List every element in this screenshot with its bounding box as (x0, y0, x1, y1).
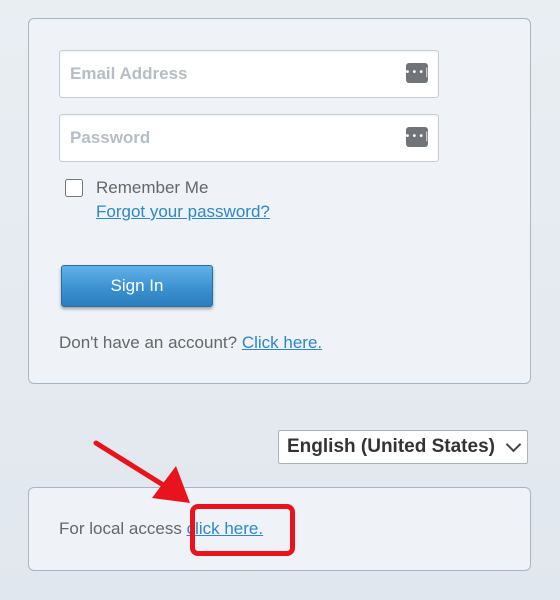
chevron-down-icon (505, 436, 522, 452)
login-panel: •••| •••| Remember Me Forgot your passwo… (28, 18, 531, 384)
remember-me-label: Remember Me (96, 178, 209, 197)
local-access-text: For local access (59, 519, 182, 538)
sign-in-button[interactable]: Sign In (61, 265, 213, 307)
password-field[interactable] (60, 115, 438, 161)
forgot-password-link[interactable]: Forgot your password? (96, 202, 270, 222)
remember-me-checkbox[interactable] (65, 179, 83, 197)
no-account-line: Don't have an account? Click here. (59, 333, 322, 353)
language-select[interactable]: English (United States) (278, 430, 528, 464)
signup-link[interactable]: Click here. (242, 333, 322, 352)
password-manager-key-icon[interactable]: •••| (404, 127, 429, 147)
password-field-wrapper: •••| (59, 114, 439, 162)
local-access-panel: For local access click here. (28, 487, 531, 571)
local-access-link[interactable]: click here. (187, 519, 264, 538)
local-access-line: For local access click here. (59, 519, 263, 539)
no-account-text: Don't have an account? (59, 333, 238, 352)
email-field[interactable] (60, 51, 438, 97)
email-field-wrapper: •••| (59, 50, 439, 98)
language-selected-value: English (United States) (287, 436, 495, 457)
password-manager-key-icon[interactable]: •••| (404, 63, 429, 83)
